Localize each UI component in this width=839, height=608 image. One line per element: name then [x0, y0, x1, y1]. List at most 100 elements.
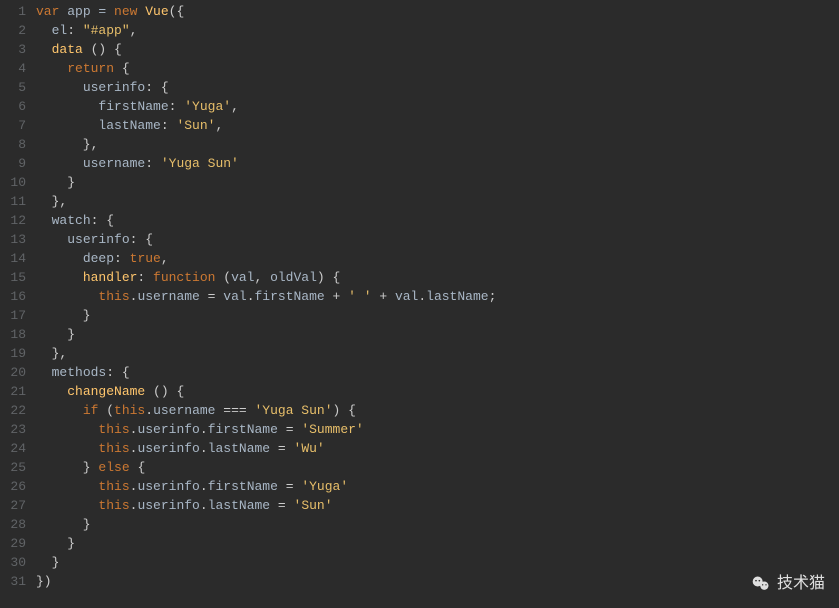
token-strq: 'Wu': [294, 441, 325, 456]
token-plain: [36, 384, 67, 399]
code-line[interactable]: this.userinfo.lastName = 'Sun': [36, 496, 839, 515]
token-strq: 'Sun': [294, 498, 333, 513]
token-plain: [36, 365, 52, 380]
code-line[interactable]: this.userinfo.firstName = 'Summer': [36, 420, 839, 439]
token-kw: var: [36, 4, 67, 19]
code-line[interactable]: lastName: 'Sun',: [36, 116, 839, 135]
code-line[interactable]: data () {: [36, 40, 839, 59]
line-number: 29: [8, 534, 26, 553]
line-number: 23: [8, 420, 26, 439]
token-fn: data: [52, 42, 91, 57]
code-line[interactable]: handler: function (val, oldVal) {: [36, 268, 839, 287]
code-line[interactable]: },: [36, 135, 839, 154]
code-line[interactable]: var app = new Vue({: [36, 2, 839, 21]
token-punc: : {: [145, 80, 168, 95]
token-punc: :: [161, 118, 177, 133]
token-plain: [36, 498, 98, 513]
token-this: this: [98, 441, 129, 456]
code-line[interactable]: if (this.username === 'Yuga Sun') {: [36, 401, 839, 420]
token-ident: val: [231, 270, 254, 285]
code-line[interactable]: }: [36, 515, 839, 534]
token-punc: .: [247, 289, 255, 304]
code-line[interactable]: }): [36, 572, 839, 591]
token-prop: username: [153, 403, 215, 418]
code-line[interactable]: el: "#app",: [36, 21, 839, 40]
code-line[interactable]: }: [36, 173, 839, 192]
token-prop: userinfo: [83, 80, 145, 95]
token-punc: },: [36, 346, 67, 361]
token-prop: lastName: [98, 118, 160, 133]
token-prop: lastName: [208, 441, 270, 456]
code-line[interactable]: }: [36, 306, 839, 325]
code-line[interactable]: username: 'Yuga Sun': [36, 154, 839, 173]
token-strq: 'Summer': [301, 422, 363, 437]
code-line[interactable]: userinfo: {: [36, 78, 839, 97]
code-line[interactable]: },: [36, 344, 839, 363]
line-number: 10: [8, 173, 26, 192]
token-prop: firstName: [98, 99, 168, 114]
code-line[interactable]: },: [36, 192, 839, 211]
token-ident: oldVal: [270, 270, 317, 285]
token-prop: deep: [83, 251, 114, 266]
token-punc: :: [145, 156, 161, 171]
code-line[interactable]: this.username = val.firstName + ' ' + va…: [36, 287, 839, 306]
line-number: 8: [8, 135, 26, 154]
token-prop: userinfo: [137, 441, 199, 456]
line-number: 6: [8, 97, 26, 116]
token-punc: =: [270, 498, 293, 513]
code-line[interactable]: changeName () {: [36, 382, 839, 401]
token-prop: username: [137, 289, 199, 304]
token-prop: firstName: [255, 289, 325, 304]
token-strq: "#app": [83, 23, 130, 38]
token-this: this: [98, 498, 129, 513]
code-line[interactable]: }: [36, 553, 839, 572]
line-number: 3: [8, 40, 26, 59]
token-plain: [36, 441, 98, 456]
token-plain: [36, 213, 52, 228]
token-fn: Vue: [145, 4, 168, 19]
token-punc: }: [36, 308, 91, 323]
code-line[interactable]: }: [36, 325, 839, 344]
token-prop: watch: [52, 213, 91, 228]
token-punc: ) {: [317, 270, 340, 285]
token-punc: ,: [215, 118, 223, 133]
token-punc: }: [36, 536, 75, 551]
code-line[interactable]: watch: {: [36, 211, 839, 230]
token-strq: ' ': [348, 289, 371, 304]
token-plain: [36, 42, 52, 57]
code-line[interactable]: deep: true,: [36, 249, 839, 268]
token-ident: val: [223, 289, 246, 304]
token-punc: (: [223, 270, 231, 285]
token-plain: [36, 61, 67, 76]
code-line[interactable]: userinfo: {: [36, 230, 839, 249]
token-prop: el: [52, 23, 68, 38]
token-prop: firstName: [208, 479, 278, 494]
line-gutter: 1234567891011121314151617181920212223242…: [0, 0, 36, 608]
token-punc: :: [114, 251, 130, 266]
token-punc: =: [200, 289, 223, 304]
code-line[interactable]: firstName: 'Yuga',: [36, 97, 839, 116]
token-punc: }: [36, 460, 98, 475]
token-punc: ===: [215, 403, 254, 418]
token-punc: ,: [254, 270, 270, 285]
token-kw: else: [98, 460, 137, 475]
token-prop: userinfo: [137, 479, 199, 494]
code-line[interactable]: return {: [36, 59, 839, 78]
token-punc: :: [137, 270, 153, 285]
code-line[interactable]: this.userinfo.firstName = 'Yuga': [36, 477, 839, 496]
line-number: 24: [8, 439, 26, 458]
code-line[interactable]: }: [36, 534, 839, 553]
code-line[interactable]: this.userinfo.lastName = 'Wu': [36, 439, 839, 458]
code-line[interactable]: methods: {: [36, 363, 839, 382]
line-number: 20: [8, 363, 26, 382]
wechat-icon: [751, 574, 771, 594]
code-line[interactable]: } else {: [36, 458, 839, 477]
token-prop: methods: [52, 365, 107, 380]
token-punc: }: [36, 327, 75, 342]
code-editor[interactable]: 1234567891011121314151617181920212223242…: [0, 0, 839, 608]
token-punc: :: [169, 99, 185, 114]
code-area[interactable]: var app = new Vue({ el: "#app", data () …: [36, 0, 839, 608]
token-plain: [36, 289, 98, 304]
token-punc: .: [200, 441, 208, 456]
line-number: 5: [8, 78, 26, 97]
